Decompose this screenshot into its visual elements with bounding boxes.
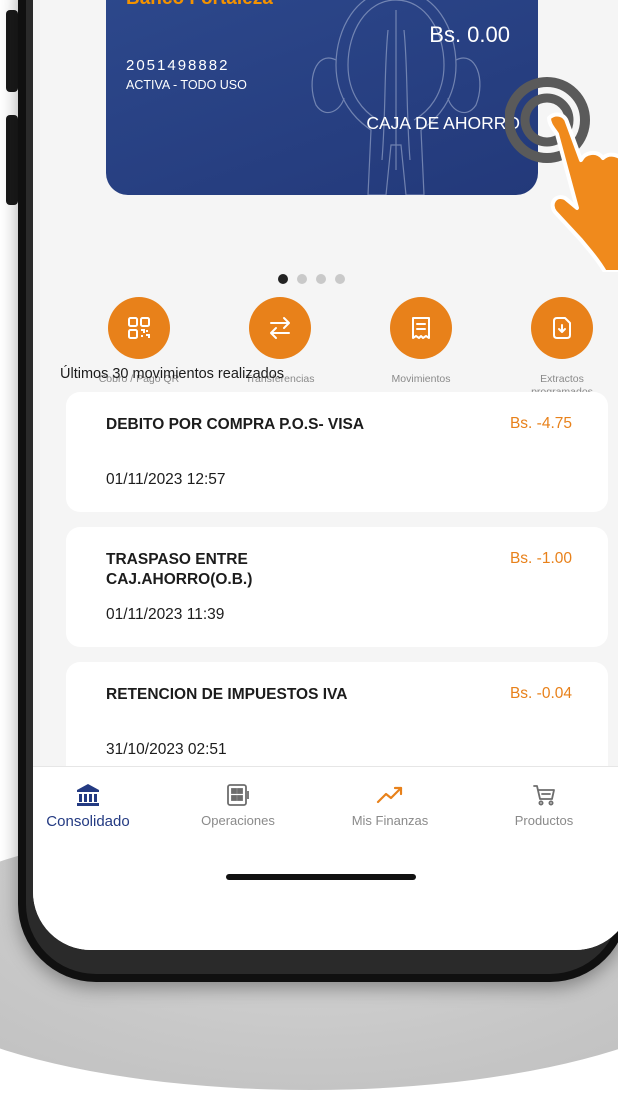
nav-mis-finanzas[interactable]: Mis Finanzas — [325, 781, 455, 828]
download-document-icon — [531, 297, 593, 359]
action-movements[interactable]: Movimientos — [365, 297, 477, 399]
nav-label: Mis Finanzas — [351, 813, 429, 828]
carousel-dot[interactable] — [335, 274, 345, 284]
nav-label: Operaciones — [201, 813, 275, 828]
nav-consolidado[interactable]: Consolidado — [33, 781, 153, 830]
qr-code-icon — [108, 297, 170, 359]
account-number: 2051498882 — [126, 57, 230, 74]
bottom-navigation: Consolidado Operaciones Mis Finanzas Pro… — [33, 766, 618, 950]
trend-up-icon — [375, 781, 405, 809]
movement-amount: Bs. -1.00 — [509, 550, 572, 567]
transfer-arrows-icon — [249, 297, 311, 359]
nav-productos[interactable]: Productos — [479, 781, 609, 828]
movements-title: Últimos 30 movimientos realizados — [60, 366, 285, 382]
account-card[interactable]: Banco Fortaleza Bs. 0.00 2051498882 ACTI… — [106, 0, 538, 195]
volume-down-button — [6, 115, 18, 205]
account-status: ACTIVA - TODO USO — [126, 78, 247, 92]
movement-date: 31/10/2023 02:51 — [106, 741, 227, 758]
movements-list: DEBITO POR COMPRA P.O.S- VISA 01/11/2023… — [66, 392, 608, 797]
movement-description: DEBITO POR COMPRA P.O.S- VISA — [106, 416, 365, 433]
account-balance: Bs. 0.00 — [429, 22, 510, 47]
carousel-indicator[interactable] — [278, 274, 345, 284]
quick-actions: Cobro / Pago QR Transferencias Movimient… — [83, 297, 618, 399]
calculator-icon — [225, 781, 251, 809]
action-qr-payment[interactable]: Cobro / Pago QR — [83, 297, 195, 399]
account-type: CAJA DE AHORRO — [366, 113, 520, 133]
movement-item[interactable]: RETENCION DE IMPUESTOS IVA 31/10/2023 02… — [66, 662, 608, 782]
action-label: Movimientos — [391, 373, 451, 385]
movement-amount: Bs. -4.75 — [509, 415, 572, 432]
tap-gesture-icon — [505, 77, 618, 272]
movement-item[interactable]: DEBITO POR COMPRA P.O.S- VISA 01/11/2023… — [66, 392, 608, 512]
nav-label: Consolidado — [46, 813, 130, 830]
stage: Banco Fortaleza Bs. 0.00 2051498882 ACTI… — [0, 0, 618, 1111]
movement-amount: Bs. -0.04 — [509, 685, 572, 702]
volume-up-button — [6, 10, 18, 92]
carousel-dot[interactable] — [278, 274, 288, 284]
carousel-dot[interactable] — [316, 274, 326, 284]
movement-date: 01/11/2023 12:57 — [106, 471, 226, 488]
receipt-icon — [390, 297, 452, 359]
movement-date: 01/11/2023 11:39 — [106, 606, 225, 623]
nav-operaciones[interactable]: Operaciones — [173, 781, 303, 828]
bank-brand-name: Banco Fortaleza — [126, 0, 273, 10]
carousel-dot[interactable] — [297, 274, 307, 284]
home-indicator[interactable] — [226, 874, 416, 880]
action-scheduled-statements[interactable]: Extractos programados — [506, 297, 618, 399]
movement-description: RETENCION DE IMPUESTOS IVA — [106, 686, 348, 703]
movement-item[interactable]: TRASPASO ENTRE CAJ.AHORRO(O.B.) 01/11/20… — [66, 527, 608, 647]
movement-description: TRASPASO ENTRE CAJ.AHORRO(O.B.) — [106, 551, 253, 588]
bank-icon — [75, 781, 101, 809]
cart-icon — [531, 781, 557, 809]
nav-label: Productos — [514, 813, 574, 828]
action-transfers[interactable]: Transferencias — [224, 297, 336, 399]
